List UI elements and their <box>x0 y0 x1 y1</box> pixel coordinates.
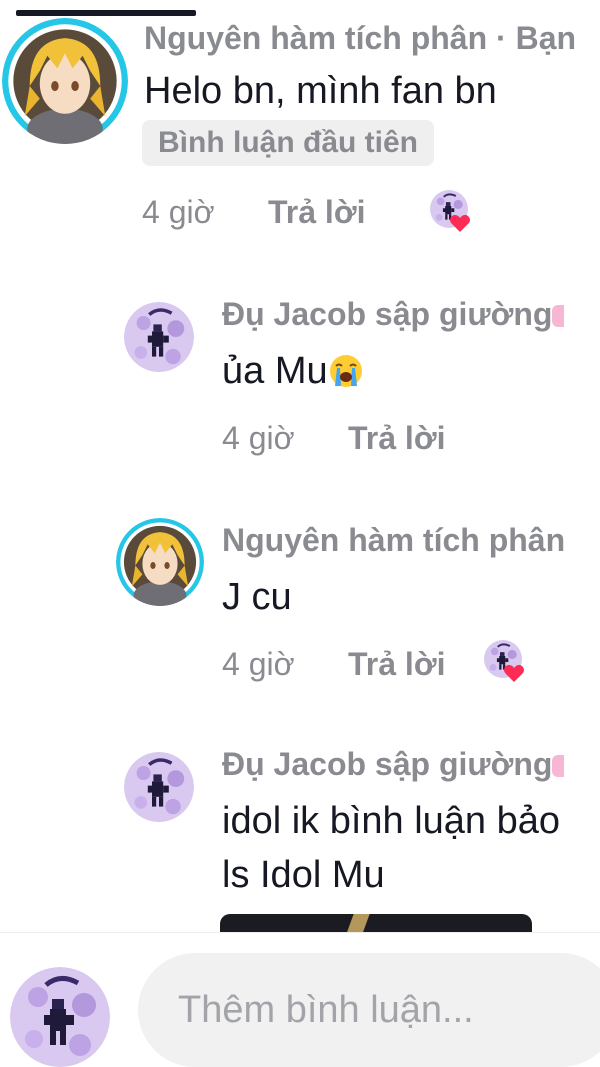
comment-time: 4 giờ <box>222 646 295 682</box>
creator-liked-icon <box>484 640 524 682</box>
comment-text-line: idol ik bình luận bảo <box>222 800 561 842</box>
comment-author-text: Đụ Jacob sập giường <box>222 296 553 332</box>
comment-author-text: Đụ Jacob sập giường <box>222 746 553 782</box>
comment-author[interactable]: Đụ Jacob sập giường <box>222 296 600 333</box>
pink-heart-icon <box>552 305 565 327</box>
comment-author[interactable]: Nguyên hàm tích phân · Bạn <box>144 20 600 57</box>
creator-liked-icon <box>430 190 470 232</box>
purple-avatar-icon[interactable] <box>124 302 194 372</box>
purple-avatar-icon[interactable] <box>124 752 194 822</box>
comment-text: Helo bn, mình fan bn <box>144 70 497 112</box>
comment-time: 4 giờ <box>142 194 215 230</box>
comment-image-attachment[interactable] <box>220 914 532 934</box>
anime-avatar-icon[interactable] <box>2 18 128 144</box>
image-detail <box>346 914 370 934</box>
comment-text: J cu <box>222 576 292 618</box>
comment-author[interactable]: Đụ Jacob sập giường <box>222 746 600 783</box>
pink-heart-icon <box>552 755 565 777</box>
comment-text-line: ls Idol Mu <box>222 854 385 896</box>
anime-avatar-icon[interactable] <box>116 518 204 606</box>
comment-text-value: ủa Mu <box>222 350 328 392</box>
reply-button[interactable]: Trả lời <box>268 194 365 231</box>
add-comment-placeholder: Thêm bình luận... <box>178 989 474 1031</box>
comment-text: ủa Mu <box>222 350 364 393</box>
crying-face-emoji <box>329 355 362 387</box>
comment-time: 4 giờ <box>222 420 295 456</box>
comment-author[interactable]: Nguyên hàm tích phân <box>222 522 600 559</box>
first-comment-badge: Bình luận đầu tiên <box>142 120 434 166</box>
reply-button[interactable]: Trả lời <box>348 646 445 683</box>
add-comment-input[interactable]: Thêm bình luận... <box>138 953 600 1067</box>
purple-avatar-icon[interactable] <box>10 967 110 1067</box>
comment-composer: Thêm bình luận... <box>0 932 600 1067</box>
top-divider <box>16 10 196 16</box>
reply-button[interactable]: Trả lời <box>348 420 445 457</box>
